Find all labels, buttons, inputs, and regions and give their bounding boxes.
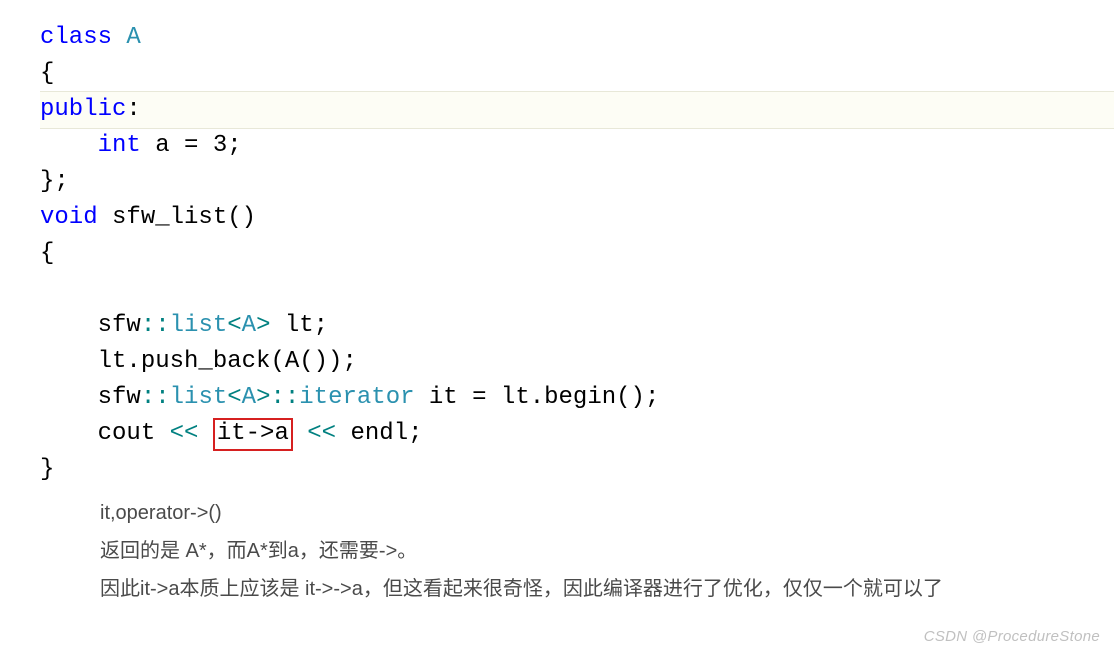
- explain-line-1: it,operator->(): [100, 494, 1074, 532]
- line-12: }: [40, 456, 54, 483]
- line-9: lt.push_back(A());: [40, 348, 357, 375]
- line-7: {: [40, 240, 54, 267]
- keyword-int: int: [98, 132, 141, 159]
- line-8: sfw::list<A> lt;: [40, 312, 328, 339]
- line-11: cout << it->a << endl;: [40, 420, 423, 447]
- line-5: };: [40, 168, 69, 195]
- line-3: public:: [40, 92, 1114, 128]
- explanation-block: it,operator->() 返回的是 A*，而A*到a，还需要->。 因此i…: [0, 494, 1114, 608]
- code-block: class A { public: int a = 3; }; void sfw…: [0, 0, 1114, 488]
- highlighted-expression: it->a: [213, 418, 293, 451]
- class-name: A: [126, 24, 140, 51]
- keyword-class: class: [40, 24, 112, 51]
- keyword-void: void: [40, 204, 98, 231]
- line-1: class A: [40, 24, 141, 51]
- line-2: {: [40, 60, 54, 87]
- explain-line-3: 因此it->a本质上应该是 it->->a，但这看起来很奇怪，因此编译器进行了优…: [100, 570, 1074, 608]
- line-4: int a = 3;: [40, 132, 242, 159]
- line-6: void sfw_list(): [40, 204, 256, 231]
- explain-line-2: 返回的是 A*，而A*到a，还需要->。: [100, 532, 1074, 570]
- keyword-public: public: [40, 96, 126, 123]
- line-10: sfw::list<A>::iterator it = lt.begin();: [40, 384, 659, 411]
- watermark: CSDN @ProcedureStone: [924, 628, 1100, 645]
